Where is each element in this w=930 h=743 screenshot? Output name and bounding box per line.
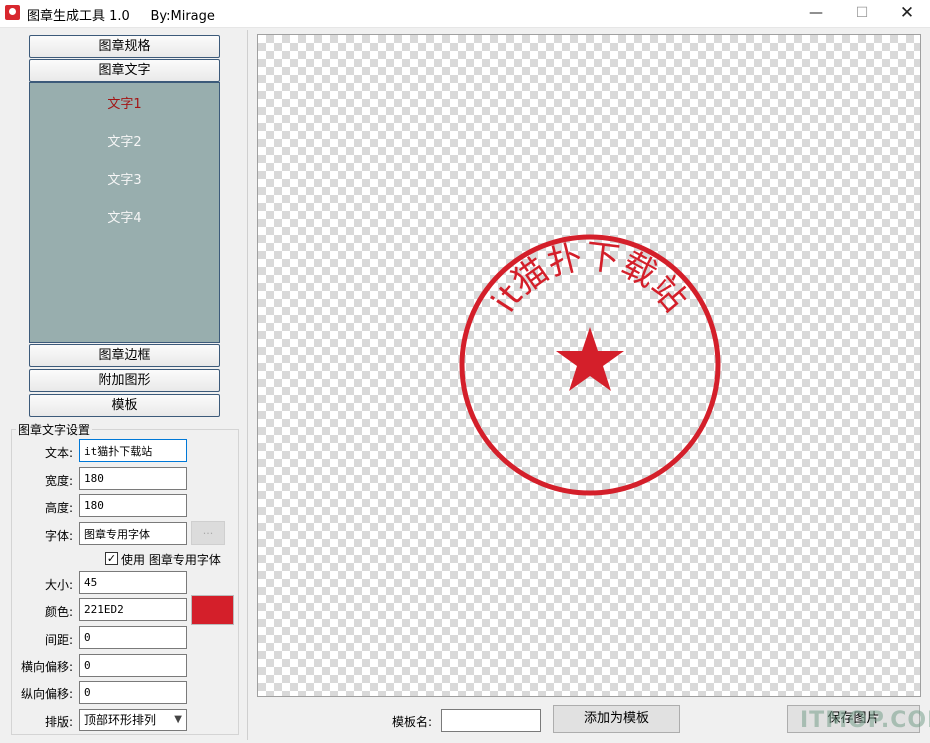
nav-template-button[interactable]: 模板: [29, 394, 220, 417]
text-item-4[interactable]: 文字4: [30, 207, 219, 226]
width-label: 宽度:: [44, 474, 73, 488]
add-template-button[interactable]: 添加为模板: [553, 705, 680, 733]
maximize-button[interactable]: ☐: [839, 0, 885, 27]
text-item-1[interactable]: 文字1: [30, 93, 219, 112]
color-label: 颜色:: [44, 605, 73, 619]
stamp-preview-canvas: it猫扑下载站: [257, 34, 921, 697]
nav-text-button[interactable]: 图章文字: [29, 59, 220, 82]
nav-spec-button[interactable]: 图章规格: [29, 35, 220, 58]
stamp-star-icon: [556, 327, 624, 391]
template-name-input[interactable]: [441, 709, 541, 732]
layout-select[interactable]: 顶部环形排列 ▼: [79, 709, 187, 731]
panel-splitter[interactable]: [247, 30, 248, 740]
chevron-down-icon: ▼: [174, 714, 182, 725]
stamp-text-path: it猫扑下载站: [484, 236, 695, 319]
size-input[interactable]: [79, 571, 187, 594]
window-title: 图章生成工具 1.0 By:Mirage: [27, 9, 215, 24]
width-input[interactable]: [79, 467, 187, 490]
nav-border-button[interactable]: 图章边框: [29, 344, 220, 367]
size-label: 大小:: [44, 578, 73, 592]
text-label: 文本:: [44, 446, 73, 460]
font-label: 字体:: [44, 529, 73, 543]
h-offset-label: 横向偏移:: [20, 660, 73, 674]
color-swatch[interactable]: [191, 595, 234, 625]
text-item-3[interactable]: 文字3: [30, 169, 219, 188]
font-input[interactable]: [79, 522, 187, 545]
text-item-list: 文字1 文字2 文字3 文字4: [29, 82, 220, 343]
spacing-input[interactable]: [79, 626, 187, 649]
text-input[interactable]: [79, 439, 187, 462]
spacing-label: 间距:: [44, 633, 73, 647]
title-bar: 图章生成工具 1.0 By:Mirage — ☐ ✕: [0, 0, 930, 28]
layout-select-value: 顶部环形排列: [84, 713, 157, 727]
text-settings-title: 图章文字设置: [16, 421, 93, 438]
layout-label: 排版:: [44, 715, 73, 729]
app-icon: [5, 5, 20, 20]
nav-shape-button[interactable]: 附加图形: [29, 369, 220, 392]
use-stamp-font-checkbox[interactable]: ✓: [105, 552, 118, 565]
text-item-2[interactable]: 文字2: [30, 131, 219, 150]
color-input[interactable]: [79, 598, 187, 621]
template-name-label: 模板名:: [392, 715, 433, 729]
minimize-button[interactable]: —: [793, 0, 839, 27]
font-browse-button[interactable]: ...: [191, 521, 225, 545]
h-offset-input[interactable]: [79, 654, 187, 677]
height-label: 高度:: [44, 501, 73, 515]
watermark-text: ITMOP.COM: [800, 708, 930, 733]
v-offset-label: 纵向偏移:: [20, 687, 73, 701]
height-input[interactable]: [79, 494, 187, 517]
use-stamp-font-label[interactable]: 使用 图章专用字体: [121, 551, 221, 568]
v-offset-input[interactable]: [79, 681, 187, 704]
close-button[interactable]: ✕: [884, 0, 930, 27]
stamp-svg: it猫扑下载站: [459, 234, 721, 496]
stamp-arc-text: it猫扑下载站: [484, 236, 695, 319]
